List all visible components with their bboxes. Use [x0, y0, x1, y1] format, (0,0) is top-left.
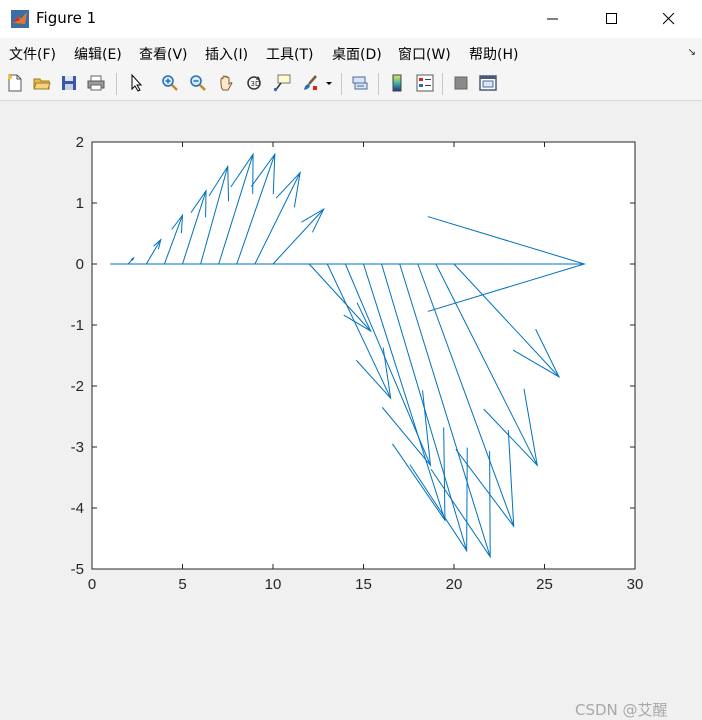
new-figure-icon — [8, 74, 22, 92]
figure-toolbar: 3D — [0, 68, 702, 101]
window-title-bar: Figure 1 — [0, 0, 702, 38]
menu-tools[interactable]: 工具(T) — [266, 44, 313, 64]
legend-icon — [416, 74, 434, 92]
show-plot-tools-icon — [479, 75, 497, 91]
save-button[interactable] — [58, 72, 80, 94]
rotate-3d-icon: 3D — [247, 76, 261, 90]
close-icon — [663, 13, 675, 25]
toolbar-separator — [442, 73, 443, 95]
link-plot-icon — [352, 76, 368, 90]
matlab-logo-icon — [11, 10, 29, 28]
menu-file[interactable]: 文件(F) — [9, 44, 56, 64]
toolbar-separator — [341, 73, 342, 95]
save-icon — [62, 76, 76, 90]
minimize-button[interactable] — [530, 0, 576, 38]
brush-icon — [304, 75, 317, 90]
zoom-in-icon — [162, 75, 178, 91]
rotate-3d-button[interactable]: 3D — [243, 72, 265, 94]
colorbar-icon — [392, 74, 402, 92]
y-tick-label: 0 — [76, 256, 84, 273]
menu-window[interactable]: 窗口(W) — [398, 44, 451, 64]
window-title: Figure 1 — [36, 9, 97, 27]
x-tick-label: 30 — [627, 576, 644, 593]
data-cursor-button[interactable] — [271, 72, 293, 94]
menu-edit[interactable]: 编辑(E) — [74, 44, 122, 64]
menu-desktop[interactable]: 桌面(D) — [332, 44, 382, 64]
colorbar-button[interactable] — [386, 72, 408, 94]
toolbar-dock-arrow-icon[interactable]: ↘ — [688, 47, 696, 58]
toolbar-separator — [378, 73, 379, 95]
link-plot-button[interactable] — [349, 72, 371, 94]
toolbar-separator — [116, 73, 117, 95]
brush-dropdown-icon — [326, 82, 332, 85]
brush-dropdown-button[interactable] — [324, 72, 334, 94]
open-file-icon — [33, 78, 51, 90]
zoom-out-icon — [190, 75, 206, 91]
maximize-icon — [606, 13, 617, 24]
menu-view[interactable]: 查看(V) — [139, 44, 188, 64]
svg-text:3D: 3D — [251, 80, 261, 88]
select-arrow-button[interactable] — [125, 72, 147, 94]
y-tick-label: 1 — [76, 195, 84, 212]
y-tick-label: -4 — [71, 500, 84, 517]
brush-button[interactable] — [299, 72, 321, 94]
zoom-in-button[interactable] — [159, 72, 181, 94]
print-button[interactable] — [85, 72, 107, 94]
x-tick-label: 5 — [178, 576, 186, 593]
close-button[interactable] — [646, 0, 692, 38]
select-arrow-icon — [131, 74, 143, 92]
print-icon — [87, 75, 105, 91]
hide-plot-tools-icon — [454, 76, 468, 90]
new-figure-button[interactable] — [4, 72, 26, 94]
menu-bar: 文件(F) 编辑(E) 查看(V) 插入(I) 工具(T) 桌面(D) 窗口(W… — [0, 38, 702, 68]
maximize-button[interactable] — [589, 0, 635, 38]
x-tick-label: 25 — [536, 576, 553, 593]
figure-canvas: 0 5 10 15 20 25 30 -5 -4 -3 -2 -1 0 1 2 CSDN @艾醒 — [0, 101, 702, 719]
minimize-icon — [547, 18, 558, 20]
x-tick-label: 20 — [446, 576, 463, 593]
menu-help[interactable]: 帮助(H) — [469, 44, 518, 64]
x-tick-label: 15 — [355, 576, 372, 593]
y-tick-label: -5 — [71, 561, 84, 578]
data-cursor-icon — [273, 74, 291, 92]
show-plot-tools-button[interactable] — [477, 72, 499, 94]
y-tick-label: -1 — [71, 317, 84, 334]
open-file-button[interactable] — [31, 72, 53, 94]
quiver-plot[interactable]: 0 5 10 15 20 25 30 -5 -4 -3 -2 -1 0 1 2 — [0, 101, 702, 628]
watermark: CSDN @艾醒 — [575, 701, 668, 719]
legend-button[interactable] — [414, 72, 436, 94]
hide-plot-tools-button[interactable] — [450, 72, 472, 94]
zoom-out-button[interactable] — [187, 72, 209, 94]
x-tick-label: 0 — [88, 576, 96, 593]
pan-button[interactable] — [215, 72, 237, 94]
y-tick-label: 2 — [76, 134, 84, 151]
y-tick-label: -2 — [71, 378, 84, 395]
menu-insert[interactable]: 插入(I) — [205, 44, 248, 64]
x-tick-label: 10 — [265, 576, 282, 593]
pan-hand-icon — [220, 75, 233, 91]
axes-background — [92, 142, 635, 569]
y-tick-label: -3 — [71, 439, 84, 456]
